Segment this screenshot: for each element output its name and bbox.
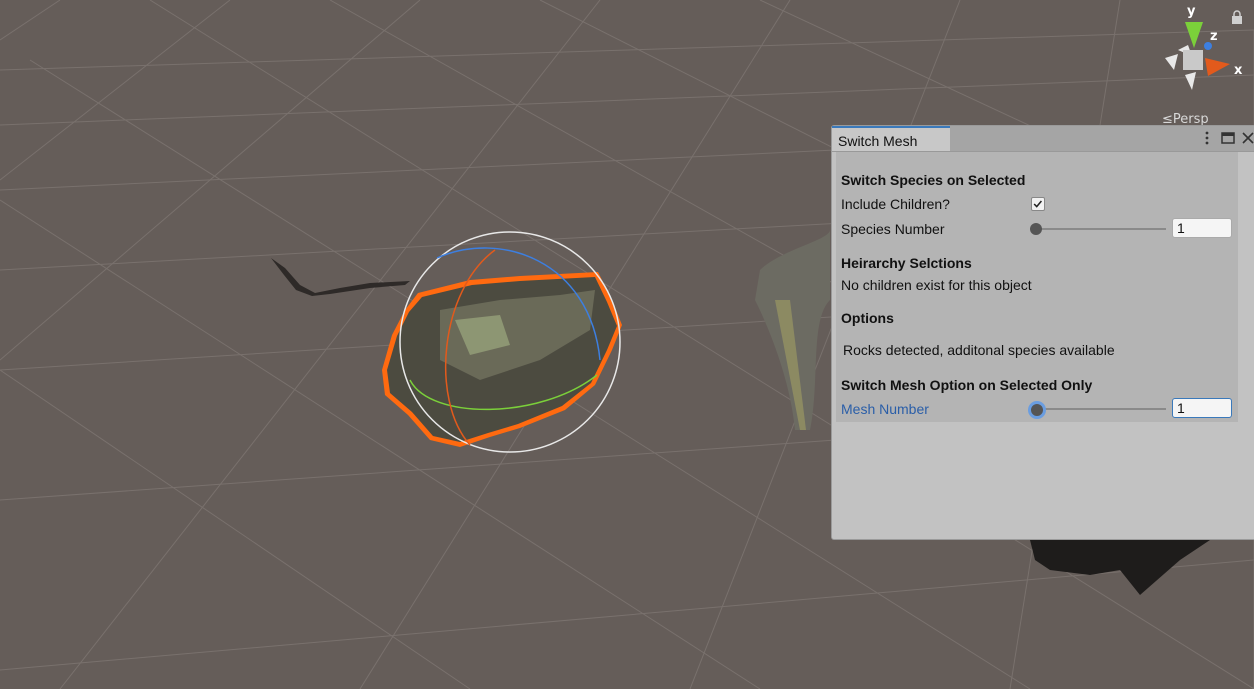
include-children-checkbox[interactable]: [1031, 197, 1045, 211]
gizmo-x-label: x: [1234, 63, 1243, 78]
lock-icon[interactable]: [1231, 10, 1243, 24]
gizmo-z-label: z: [1210, 29, 1218, 44]
species-section-heading: Switch Species on Selected: [841, 172, 1026, 188]
window-content: Switch Species on Selected Include Child…: [836, 152, 1238, 422]
mesh-slider-handle[interactable]: [1028, 401, 1046, 419]
hierarchy-section-heading: Heirarchy Selctions: [841, 255, 972, 271]
species-number-label: Species Number: [841, 221, 945, 237]
options-message: Rocks detected, additonal species availa…: [843, 342, 1115, 358]
gizmo-y-label: y: [1187, 4, 1196, 19]
window-titlebar: Switch Mesh: [832, 126, 1254, 152]
species-number-field[interactable]: 1: [1172, 218, 1232, 238]
maximize-icon[interactable]: [1220, 130, 1236, 146]
species-number-value: 1: [1177, 220, 1185, 236]
tab-switch-mesh[interactable]: Switch Mesh: [832, 126, 950, 151]
mesh-number-value: 1: [1177, 400, 1185, 416]
species-number-slider[interactable]: [1036, 228, 1166, 230]
checkmark-icon: [1033, 200, 1043, 208]
mesh-number-slider[interactable]: [1036, 408, 1166, 410]
hierarchy-message: No children exist for this object: [841, 277, 1032, 293]
close-icon[interactable]: [1240, 130, 1254, 146]
mesh-number-field[interactable]: 1: [1172, 398, 1232, 418]
switch-mesh-window: Switch Mesh Switch Species on Selected I…: [831, 125, 1254, 540]
species-slider-handle[interactable]: [1030, 223, 1042, 235]
tab-title: Switch Mesh: [838, 133, 918, 149]
mesh-number-label: Mesh Number: [841, 401, 929, 417]
options-section-heading: Options: [841, 310, 894, 326]
mesh-section-heading: Switch Mesh Option on Selected Only: [841, 377, 1093, 393]
more-options-icon[interactable]: [1199, 130, 1215, 146]
include-children-label: Include Children?: [841, 196, 950, 212]
